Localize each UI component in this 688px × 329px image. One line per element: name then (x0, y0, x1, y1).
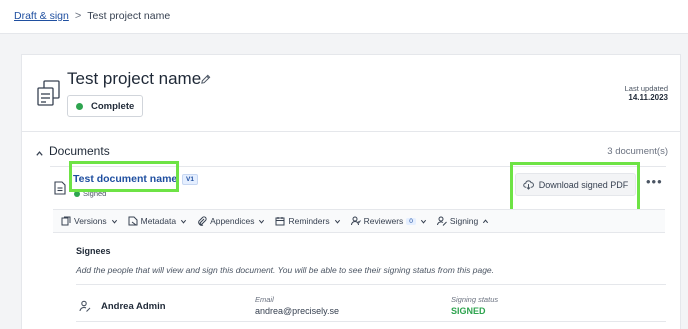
status-badge: Complete (67, 95, 144, 117)
chevron-up-icon[interactable] (35, 149, 44, 158)
project-icon (37, 80, 60, 106)
signee-status-label: Signing status (451, 295, 499, 304)
chevron-down-icon (111, 219, 117, 224)
documents-count: 3 document(s) (607, 146, 668, 157)
person-signature-icon (79, 300, 91, 312)
appendices-dropdown[interactable]: Appendices (197, 216, 265, 226)
page-title: Test project name (67, 69, 202, 88)
breadcrumb: Draft & sign > Test project name (14, 10, 170, 22)
appendices-label: Appendices (210, 216, 255, 226)
versions-label: Versions (74, 216, 107, 226)
last-updated-value: 14.11.2023 (628, 93, 668, 102)
breadcrumb-separator: > (74, 10, 82, 22)
reviewers-label: Reviewers (363, 216, 404, 226)
reviewers-count-badge: 0 (406, 217, 416, 225)
project-card: Test project name Complete Last updated … (21, 54, 681, 329)
status-dot (76, 102, 83, 110)
calendar-icon (275, 217, 285, 226)
signing-icon (436, 216, 447, 226)
version-badge: V1 (182, 174, 198, 185)
divider (76, 321, 666, 322)
signing-dropdown[interactable]: Signing (436, 216, 489, 226)
top-bar: Draft & sign > Test project name (0, 0, 688, 34)
reminders-dropdown[interactable]: Reminders (275, 216, 340, 226)
metadata-dropdown[interactable]: Metadata (128, 216, 187, 226)
divider (76, 284, 666, 285)
signee-email: andrea@precisely.se (255, 306, 340, 316)
breadcrumb-parent-link[interactable]: Draft & sign (14, 10, 69, 22)
reviewers-dropdown[interactable]: Reviewers 0 (350, 216, 427, 226)
metadata-label: Metadata (140, 216, 177, 226)
breadcrumb-current: Test project name (87, 10, 171, 22)
versions-icon (61, 216, 71, 226)
reviewers-icon (350, 216, 361, 226)
signees-description: Add the people that will view and sign t… (76, 265, 495, 275)
signee-name: Andrea Admin (101, 301, 166, 312)
signee-status: SIGNED (451, 306, 486, 316)
highlight-box-document-name (69, 161, 179, 192)
chevron-down-icon (334, 219, 340, 224)
document-icon (54, 181, 66, 195)
highlight-box-download (510, 162, 640, 212)
chevron-down-icon (180, 219, 187, 224)
chevron-down-icon (420, 219, 426, 224)
signing-label: Signing (449, 216, 479, 226)
reminders-label: Reminders (288, 216, 330, 226)
status-badge-label: Complete (91, 100, 135, 112)
signees-heading: Signees (76, 246, 111, 256)
chevron-up-icon (483, 218, 489, 223)
document-toolbar: Versions Metadata Appendices Reminders R… (53, 209, 665, 233)
paperclip-icon (198, 216, 207, 226)
documents-section-title[interactable]: Documents (49, 144, 110, 158)
last-updated-label: Last updated (624, 84, 668, 93)
more-options-icon[interactable]: ••• (646, 175, 663, 188)
metadata-icon (128, 216, 138, 226)
versions-dropdown[interactable]: Versions (61, 216, 118, 226)
edit-pencil-icon[interactable] (200, 74, 211, 85)
chevron-down-icon (259, 219, 265, 224)
divider (22, 131, 680, 132)
signee-email-label: Email (255, 295, 274, 304)
